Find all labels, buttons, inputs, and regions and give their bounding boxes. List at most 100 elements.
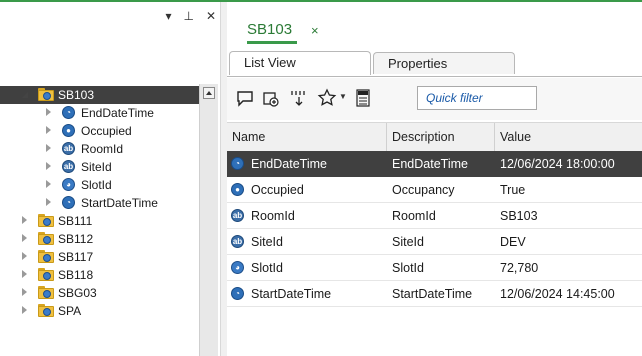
expand-arrow-icon[interactable] — [46, 126, 51, 134]
cell-value: 12/06/2024 14:45:00 — [500, 287, 615, 301]
puzzle-icon[interactable] — [317, 88, 337, 108]
tree-property-item[interactable]: ◕ SlotId — [0, 176, 215, 194]
expand-arrow-icon[interactable] — [46, 162, 51, 170]
folder-icon — [38, 268, 54, 281]
cell-name: EndDateTime — [251, 157, 327, 171]
close-icon[interactable]: ✕ — [206, 8, 216, 24]
tab-properties[interactable]: Properties — [373, 52, 515, 74]
column-header-name[interactable]: Name — [227, 123, 387, 151]
tree-folder-item[interactable]: SB103 — [0, 86, 215, 104]
expand-arrow-icon[interactable] — [22, 252, 27, 260]
expand-arrow-icon[interactable] — [46, 144, 51, 152]
expand-arrow-icon[interactable] — [22, 216, 27, 224]
tree-property-item[interactable]: ab RoomId — [0, 140, 215, 158]
tree-folder-item[interactable]: SPA — [0, 302, 215, 320]
tree-scrollbar[interactable] — [199, 84, 218, 356]
tree-item-label: StartDateTime — [81, 196, 158, 210]
cell-value: 72,780 — [500, 261, 539, 275]
tree-view: SB103 ◔ EndDateTime ● Occupied ab RoomId ab Site… — [0, 80, 220, 356]
datetime-icon: ◔ — [231, 157, 244, 170]
datetime-icon: ◔ — [62, 196, 75, 209]
string-icon: ab — [231, 235, 244, 248]
tab-properties-label: Properties — [388, 56, 448, 71]
export-xlsx-icon[interactable] — [353, 88, 373, 108]
cell-value: DEV — [500, 235, 526, 249]
boolean-icon: ● — [62, 124, 75, 137]
cell-name: SlotId — [251, 261, 283, 275]
tree-property-item[interactable]: ● Occupied — [0, 122, 215, 140]
pin-icon[interactable]: ⊥ — [183, 8, 193, 24]
tree-item-label: SB118 — [58, 268, 94, 282]
column-chooser-icon[interactable] — [289, 88, 309, 108]
expanded-arrow-icon[interactable] — [22, 92, 28, 98]
folder-icon — [38, 250, 54, 263]
tree-item-label: SB112 — [58, 232, 94, 246]
tree-item-label: SB117 — [58, 250, 94, 264]
string-icon: ab — [62, 142, 75, 155]
table-row[interactable]: ● Occupied Occupancy True — [227, 177, 642, 203]
panel-dropdown-icon[interactable]: ▾ — [165, 8, 171, 24]
chevron-down-icon[interactable]: ▼ — [339, 92, 347, 101]
cell-name: StartDateTime — [251, 287, 332, 301]
table-row[interactable]: ab RoomId RoomId SB103 — [227, 203, 642, 229]
table-row[interactable]: ◔ StartDateTime StartDateTime 12/06/2024 14… — [227, 281, 642, 307]
scroll-up-button[interactable] — [203, 87, 215, 99]
string-icon: ab — [231, 209, 244, 222]
cell-name: RoomId — [251, 209, 295, 223]
cell-value: SB103 — [500, 209, 538, 223]
expand-arrow-icon[interactable] — [22, 306, 27, 314]
table-row[interactable]: ab SiteId SiteId DEV — [227, 229, 642, 255]
tree-item-label: SlotId — [81, 178, 112, 192]
tree-item-label: RoomId — [81, 142, 124, 156]
tree-property-item[interactable]: ab SiteId — [0, 158, 215, 176]
tree-item-label: SB103 — [58, 88, 95, 102]
number-icon: ◕ — [62, 178, 75, 191]
table-row[interactable]: ◕ SlotId SlotId 72,780 — [227, 255, 642, 281]
expand-arrow-icon[interactable] — [22, 288, 27, 296]
tree-item-label: Occupied — [81, 124, 132, 138]
tree-item-label: SiteId — [81, 160, 112, 174]
tree-folder-item[interactable]: SB112 — [0, 230, 215, 248]
tree-folder-item[interactable]: SB118 — [0, 266, 215, 284]
tree-property-item[interactable]: ◔ EndDateTime — [0, 104, 215, 122]
view-tabs: List View Properties — [227, 50, 642, 76]
table-row[interactable]: ◔ EndDateTime EndDateTime 12/06/2024 18:00:… — [227, 151, 642, 177]
tree-folder-item[interactable]: SBG03 — [0, 284, 215, 302]
expand-arrow-icon[interactable] — [22, 234, 27, 242]
tab-close-icon[interactable]: × — [311, 21, 319, 41]
document-tab[interactable]: SB103 × — [247, 20, 319, 44]
cell-value: True — [500, 183, 526, 197]
cell-name: SiteId — [251, 235, 283, 249]
column-header-description[interactable]: Description — [387, 123, 495, 151]
datetime-icon: ◔ — [231, 287, 244, 300]
tab-list-view[interactable]: List View — [229, 51, 371, 75]
cell-description: EndDateTime — [392, 157, 468, 171]
number-icon: ◕ — [231, 261, 244, 274]
expand-arrow-icon[interactable] — [46, 180, 51, 188]
new-item-icon[interactable] — [261, 88, 281, 108]
folder-icon — [38, 232, 54, 245]
chat-icon[interactable] — [235, 88, 255, 108]
document-tab-title[interactable]: SB103 — [247, 21, 292, 38]
tree-property-item[interactable]: ◔ StartDateTime — [0, 194, 215, 212]
list-toolbar: ▼ Quick filter — [227, 78, 642, 120]
expand-arrow-icon[interactable] — [46, 198, 51, 206]
tree-item-label: EndDateTime — [81, 106, 154, 120]
tree-panel: ▾ ⊥ ✕ SB103 ◔ EndDateTime ● Occupied ab RoomId… — [0, 2, 220, 356]
panel-splitter[interactable] — [220, 2, 227, 356]
folder-icon — [38, 88, 54, 101]
cell-description: Occupancy — [392, 183, 455, 197]
column-header-value[interactable]: Value — [495, 123, 642, 151]
tree-folder-item[interactable]: SB111 — [0, 212, 215, 230]
tree-item-label: SB111 — [58, 214, 93, 228]
tree-folder-item[interactable]: SB117 — [0, 248, 215, 266]
tree-item-label: SPA — [58, 304, 82, 318]
expand-arrow-icon[interactable] — [46, 108, 51, 116]
folder-icon — [38, 304, 54, 317]
quick-filter-input[interactable]: Quick filter — [417, 86, 537, 110]
tab-list-view-label: List View — [244, 55, 296, 70]
panel-tools: ▾ ⊥ ✕ — [165, 8, 216, 24]
cell-name: Occupied — [251, 183, 304, 197]
boolean-icon: ● — [231, 183, 244, 196]
expand-arrow-icon[interactable] — [22, 270, 27, 278]
